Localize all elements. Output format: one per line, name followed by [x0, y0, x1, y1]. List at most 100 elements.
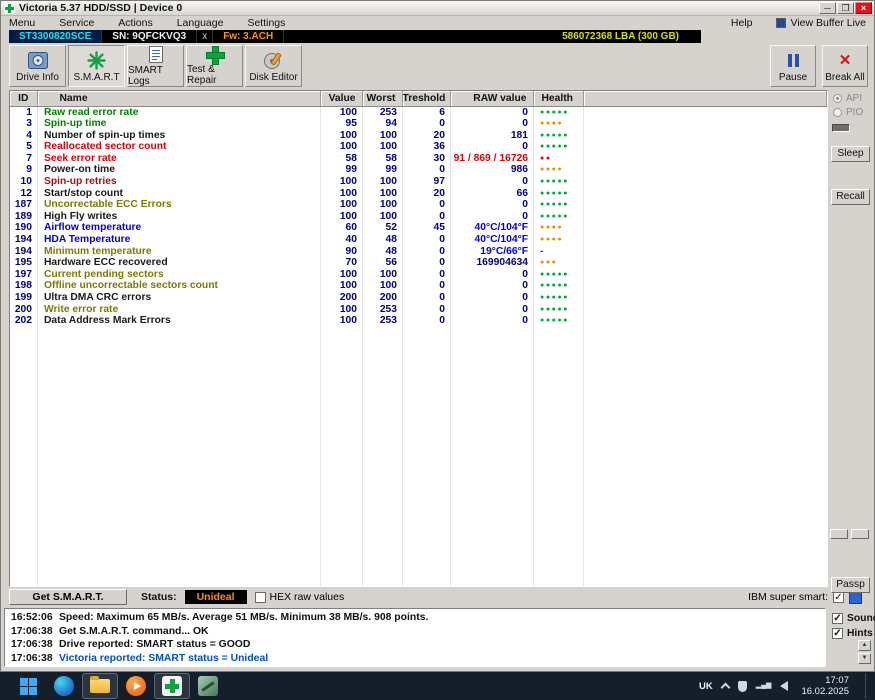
log-row: 16:52:06 Speed: Maximum 65 MB/s. Average …: [1, 607, 875, 671]
recall-button[interactable]: Recall: [831, 189, 870, 205]
tray-chevron-up-icon[interactable]: [720, 682, 731, 693]
hints-checkbox[interactable]: ✓: [832, 628, 843, 639]
maximize-button[interactable]: ❐: [837, 2, 854, 14]
header-raw[interactable]: RAW value: [450, 91, 534, 107]
smart-row[interactable]: 198 Offline uncorrectable sectors count 10…: [10, 280, 827, 292]
drive-tab-close[interactable]: x: [197, 30, 214, 43]
smart-row[interactable]: 10 Spin-up retries 100 100 97 0 ●●●●●: [10, 176, 827, 188]
header-value[interactable]: Value: [320, 91, 363, 107]
menu-item-language[interactable]: Language: [177, 17, 224, 29]
cell-health: ●●●●●: [540, 131, 570, 139]
view-buffer-icon[interactable]: [775, 18, 786, 28]
view-buffer-live-toggle[interactable]: View Buffer Live: [791, 17, 867, 29]
smart-row[interactable]: 202 Data Address Mark Errors 100 253 0 0 ●●●●●: [10, 315, 827, 327]
cell-health: ●●●●●: [540, 317, 570, 325]
menu-item-service[interactable]: Service: [59, 17, 94, 29]
cell-filler: [583, 292, 827, 304]
smart-row[interactable]: 7 Seek error rate 58 58 30 91 / 869 / 16726 ●●: [10, 153, 827, 165]
header-name[interactable]: Name: [37, 91, 321, 107]
victoria-cross-icon: [162, 676, 182, 696]
show-desktop-button[interactable]: [865, 673, 869, 699]
header-id[interactable]: ID: [10, 91, 38, 107]
cell-raw: 40°C/104°F: [474, 222, 528, 234]
smart-row[interactable]: 187 Uncorrectable ECC Errors 100 100 0 0 ●●●●●: [10, 199, 827, 211]
cell-treshold: 0: [439, 315, 445, 327]
smart-row[interactable]: 1 Raw read error rate 100 253 6 0 ●●●●●: [10, 106, 827, 118]
api-label: API: [846, 93, 863, 104]
smart-row[interactable]: 194 HDA Temperature 40 48 0 40°C/104°F ●●●●: [10, 234, 827, 246]
pause-icon: [787, 50, 799, 71]
cell-id: 190: [14, 222, 32, 234]
status-bar: Get S.M.A.R.T. Status: Unideal HEX raw v…: [1, 587, 874, 607]
smart-row[interactable]: 195 Hardware ECC recovered 70 56 0 169904634 ●…: [10, 257, 827, 269]
header-worst[interactable]: Worst: [362, 91, 403, 107]
smart-row[interactable]: 197 Current pending sectors 100 100 0 0 ●●●●●: [10, 269, 827, 281]
drive-tab[interactable]: ST3300820SCE SN: 9QFCKVQ3 x Fw: 3.ACH 58…: [9, 30, 701, 43]
cell-worst: 253: [379, 106, 397, 118]
scroll-up-button[interactable]: ▲: [858, 640, 871, 651]
test-repair-button[interactable]: Test & Repair: [186, 45, 243, 87]
smart-row[interactable]: 199 Ultra DMA CRC errors 200 200 0 0 ●●●●●: [10, 292, 827, 304]
menu-item-menu[interactable]: Menu: [9, 17, 35, 29]
smart-row[interactable]: 200 Write error rate 100 253 0 0 ●●●●●: [10, 304, 827, 316]
tray-network-icon[interactable]: ▂▄▆: [756, 681, 772, 691]
pio-radio[interactable]: PIO: [833, 107, 863, 118]
smart-row[interactable]: 189 High Fly writes 100 100 0 0 ●●●●●: [10, 211, 827, 223]
sleep-button[interactable]: Sleep: [831, 146, 870, 162]
pause-label: Pause: [778, 71, 808, 83]
smart-row[interactable]: 3 Spin-up time 95 94 0 0 ●●●●: [10, 118, 827, 130]
cell-id: 194: [14, 245, 32, 257]
start-button[interactable]: [10, 673, 46, 699]
get-smart-button[interactable]: Get S.M.A.R.T.: [9, 589, 127, 605]
scroll-down-button[interactable]: ▼: [858, 653, 871, 664]
tray-shield-icon[interactable]: [737, 680, 747, 692]
taskbar-edge-button[interactable]: [46, 673, 82, 699]
minimize-button[interactable]: ─: [819, 2, 836, 14]
sound-checkbox[interactable]: ✓: [832, 613, 843, 624]
hex-raw-checkbox-row[interactable]: HEX raw values: [254, 591, 344, 603]
small-right-button[interactable]: [851, 529, 869, 539]
smart-row[interactable]: 9 Power-on time 99 99 0 986 ●●●●: [10, 164, 827, 176]
smart-row[interactable]: 4 Number of spin-up times 100 100 20 181 ●●●●●: [10, 130, 827, 142]
smart-row[interactable]: 5 Reallocated sector count 100 100 36 0 ●●●●●: [10, 141, 827, 153]
pause-button[interactable]: Pause: [770, 45, 816, 87]
hints-checkbox-row[interactable]: ✓ Hints: [832, 628, 873, 639]
cell-name: Spin-up time: [44, 118, 107, 130]
api-radio[interactable]: API: [833, 93, 862, 104]
break-all-button[interactable]: ✕ Break All: [822, 45, 868, 87]
taskbar-victoria-button[interactable]: [154, 673, 190, 699]
taskbar-explorer-button[interactable]: [82, 673, 118, 699]
sound-checkbox-row[interactable]: ✓ Sound: [832, 613, 875, 624]
cell-id: 1: [26, 106, 32, 118]
drive-info-button[interactable]: Drive Info: [9, 45, 66, 87]
smart-row[interactable]: 190 Airflow temperature 60 52 45 40°C/104°F ●●…: [10, 222, 827, 234]
cell-id: 5: [26, 141, 32, 153]
smart-logs-button[interactable]: SMART Logs: [127, 45, 184, 87]
header-treshold[interactable]: Treshold: [402, 91, 451, 107]
taskbar-clock[interactable]: 17:07 16.02.2025: [801, 675, 849, 697]
cell-treshold: 30: [433, 152, 445, 164]
cell-health: ●●●●: [540, 236, 564, 244]
smart-row[interactable]: 12 Start/stop count 100 100 20 66 ●●●●●: [10, 188, 827, 200]
cell-worst: 100: [379, 187, 397, 199]
passp-button[interactable]: Passp: [831, 577, 870, 593]
cell-value: 100: [339, 280, 357, 292]
menu-item-actions[interactable]: Actions: [118, 17, 152, 29]
ibm-super-smart-checkbox[interactable]: ✓: [833, 591, 844, 603]
sound-label: Sound: [847, 613, 875, 624]
taskbar-tools-button[interactable]: [190, 673, 226, 699]
disk-editor-icon: [263, 50, 284, 71]
small-left-button[interactable]: [830, 529, 848, 539]
smart-row[interactable]: 194 Minimum temperature 90 48 0 19°C/66°F -: [10, 246, 827, 258]
menu-item-help[interactable]: Help: [731, 17, 753, 29]
tray-volume-icon[interactable]: [780, 681, 789, 691]
hex-raw-checkbox[interactable]: [254, 591, 266, 603]
close-button[interactable]: ×: [855, 2, 872, 14]
disk-editor-button[interactable]: Disk Editor: [245, 45, 302, 87]
menu-item-settings[interactable]: Settings: [247, 17, 285, 29]
taskbar-media-button[interactable]: [118, 673, 154, 699]
smart-button[interactable]: S.M.A.R.T: [68, 45, 125, 87]
header-health[interactable]: Health: [533, 91, 584, 107]
test-repair-icon: [206, 46, 225, 65]
language-indicator[interactable]: UK: [699, 681, 713, 692]
